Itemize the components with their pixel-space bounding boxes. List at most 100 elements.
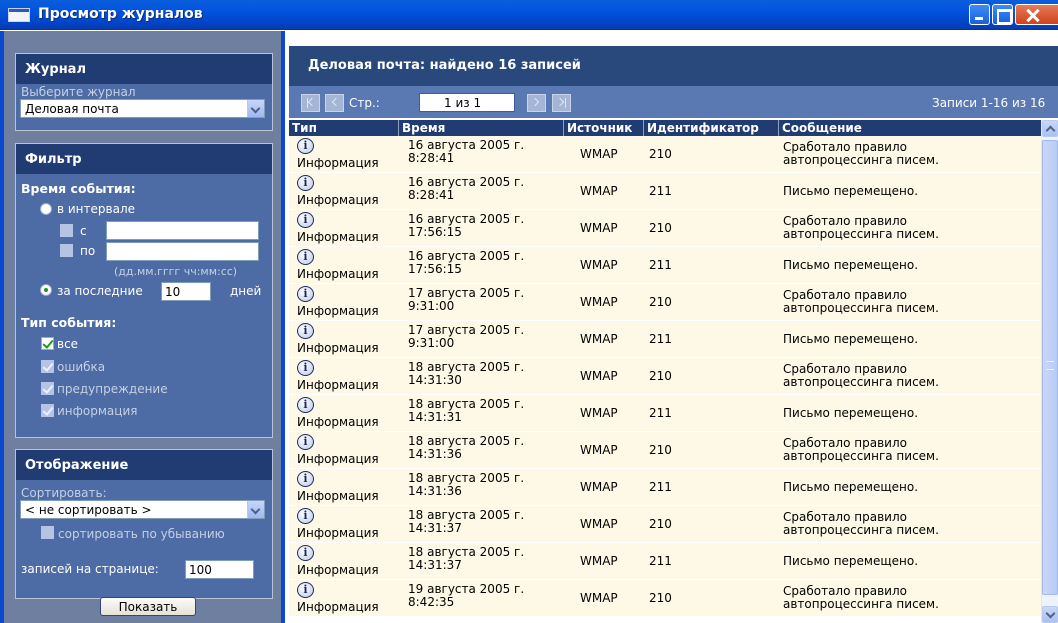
last-days-input[interactable]: 10 (161, 282, 211, 301)
source-cell: WMAP (580, 480, 618, 494)
maximize-button[interactable] (992, 4, 1013, 25)
per-page-input[interactable]: 100 (185, 560, 254, 579)
id-cell: 211 (649, 184, 672, 198)
message-cell: Письмо перемещено. (783, 406, 919, 420)
chevron-down-icon[interactable] (247, 100, 264, 117)
scroll-down-button[interactable] (1042, 606, 1058, 623)
info-icon: i (297, 175, 314, 191)
journal-select[interactable]: Деловая почта (20, 99, 265, 118)
info-icon: i (297, 249, 314, 265)
table-row[interactable]: i Информация 18 августа 2005 г. 14:31:36 WMA… (289, 432, 1041, 469)
column-id[interactable]: Идентификатор (644, 120, 779, 136)
pager-bar: Стр.: Записи 1-16 из 16 (289, 86, 1058, 118)
message-cell-line2: автопроцессинга писем. (783, 153, 939, 167)
type-cell: Информация (297, 304, 379, 318)
table-row[interactable]: i Информация 18 августа 2005 г. 14:31:37 WMA… (289, 543, 1041, 580)
sort-select[interactable]: < не сортировать > (20, 500, 265, 519)
close-button[interactable] (1015, 4, 1058, 25)
column-source[interactable]: Источник (564, 120, 644, 136)
per-page-label: записей на странице: (21, 562, 159, 576)
info-icon: i (297, 434, 314, 450)
type-info-checkbox[interactable] (41, 404, 54, 417)
table-row[interactable]: i Информация 16 августа 2005 г. 8:28:41 WMAP… (289, 173, 1041, 210)
type-error-checkbox[interactable] (41, 360, 54, 373)
id-cell: 211 (649, 480, 672, 494)
time-clock-cell: 14:31:31 (408, 410, 462, 424)
from-checkbox[interactable] (60, 224, 73, 237)
column-time[interactable]: Время (399, 120, 564, 136)
prev-page-button[interactable] (325, 94, 344, 112)
scroll-up-button[interactable] (1042, 120, 1058, 137)
table-row[interactable]: i Информация 18 августа 2005 г. 14:31:36 WMA… (289, 469, 1041, 506)
table-row[interactable]: i Информация 17 августа 2005 г. 9:31:00 WMAP… (289, 284, 1041, 321)
sidebar: Журнал Выберите журнал Деловая почта Фил… (0, 31, 285, 623)
table-scrollbar[interactable] (1041, 120, 1058, 623)
id-cell: 210 (649, 147, 672, 161)
message-cell-line2: автопроцессинга писем. (783, 523, 939, 537)
last-page-button[interactable] (552, 94, 571, 112)
message-cell-line2: автопроцессинга писем. (783, 301, 939, 315)
id-cell: 211 (649, 406, 672, 420)
id-cell: 211 (649, 258, 672, 272)
minimize-button[interactable] (969, 4, 990, 25)
filter-panel: Фильтр Время события: в интервале с по (… (15, 143, 273, 438)
info-icon: i (297, 212, 314, 228)
type-cell: Информация (297, 600, 379, 614)
page-input[interactable]: 1 из 1 (419, 93, 515, 112)
id-cell: 210 (649, 443, 672, 457)
message-cell-line2: автопроцессинга писем. (783, 597, 939, 611)
show-button[interactable]: Показать (100, 597, 196, 616)
message-cell: Письмо перемещено. (783, 480, 919, 494)
results-heading: Деловая почта: найдено 16 записей (289, 46, 1058, 86)
type-cell: Информация (297, 230, 379, 244)
table-row[interactable]: i Информация 17 августа 2005 г. 9:31:00 WMAP… (289, 321, 1041, 358)
display-heading: Отображение (16, 450, 272, 480)
source-cell: WMAP (580, 258, 618, 272)
table-row[interactable]: i Информация 18 августа 2005 г. 14:31:31 WMA… (289, 395, 1041, 432)
info-icon: i (297, 471, 314, 487)
id-cell: 210 (649, 369, 672, 383)
id-cell: 211 (649, 554, 672, 568)
info-icon: i (297, 138, 314, 154)
next-page-button[interactable] (527, 94, 546, 112)
type-cell: Информация (297, 563, 379, 577)
chevron-down-icon[interactable] (247, 501, 264, 518)
to-checkbox[interactable] (60, 244, 73, 257)
radio-in-interval[interactable] (40, 203, 52, 215)
filter-heading: Фильтр (16, 144, 272, 174)
from-date-input[interactable] (106, 221, 259, 240)
journal-select-value: Деловая почта (25, 102, 119, 116)
type-cell: Информация (297, 378, 379, 392)
table-row[interactable]: i Информация 18 августа 2005 г. 14:31:37 WMA… (289, 506, 1041, 543)
source-cell: WMAP (580, 369, 618, 383)
sort-select-value: < не сортировать > (25, 503, 152, 517)
type-all-label: все (57, 337, 79, 351)
table-row[interactable]: i Информация 19 августа 2005 г. 8:42:35 WMAP… (289, 580, 1041, 617)
message-cell-line2: автопроцессинга писем. (783, 375, 939, 389)
table-row[interactable]: i Информация 16 августа 2005 г. 8:28:41 WMAP… (289, 136, 1041, 173)
table-row[interactable]: i Информация 16 августа 2005 г. 17:56:15 WMA… (289, 210, 1041, 247)
time-clock-cell: 9:31:00 (408, 299, 455, 313)
first-page-button[interactable] (301, 94, 320, 112)
days-label: дней (230, 284, 262, 298)
table-row[interactable]: i Информация 18 августа 2005 г. 14:31:30 WMA… (289, 358, 1041, 395)
to-date-input[interactable] (106, 242, 259, 261)
journal-heading: Журнал (16, 54, 272, 84)
column-message[interactable]: Сообщение (779, 120, 1041, 136)
time-clock-cell: 14:31:37 (408, 558, 462, 572)
type-cell: Информация (297, 415, 379, 429)
type-warning-checkbox[interactable] (41, 382, 54, 395)
column-type[interactable]: Тип (289, 120, 399, 136)
sort-desc-checkbox[interactable] (41, 526, 54, 539)
from-label: с (80, 224, 87, 238)
time-clock-cell: 17:56:15 (408, 262, 462, 276)
time-clock-cell: 14:31:36 (408, 447, 462, 461)
event-time-label: Время события: (21, 181, 136, 196)
type-all-checkbox[interactable] (41, 337, 54, 350)
type-cell: Информация (297, 341, 379, 355)
table-row[interactable]: i Информация 16 августа 2005 г. 17:56:15 WMA… (289, 247, 1041, 284)
type-cell: Информация (297, 526, 379, 540)
scroll-thumb[interactable] (1042, 140, 1058, 595)
radio-last-days[interactable] (40, 284, 52, 296)
source-cell: WMAP (580, 443, 618, 457)
